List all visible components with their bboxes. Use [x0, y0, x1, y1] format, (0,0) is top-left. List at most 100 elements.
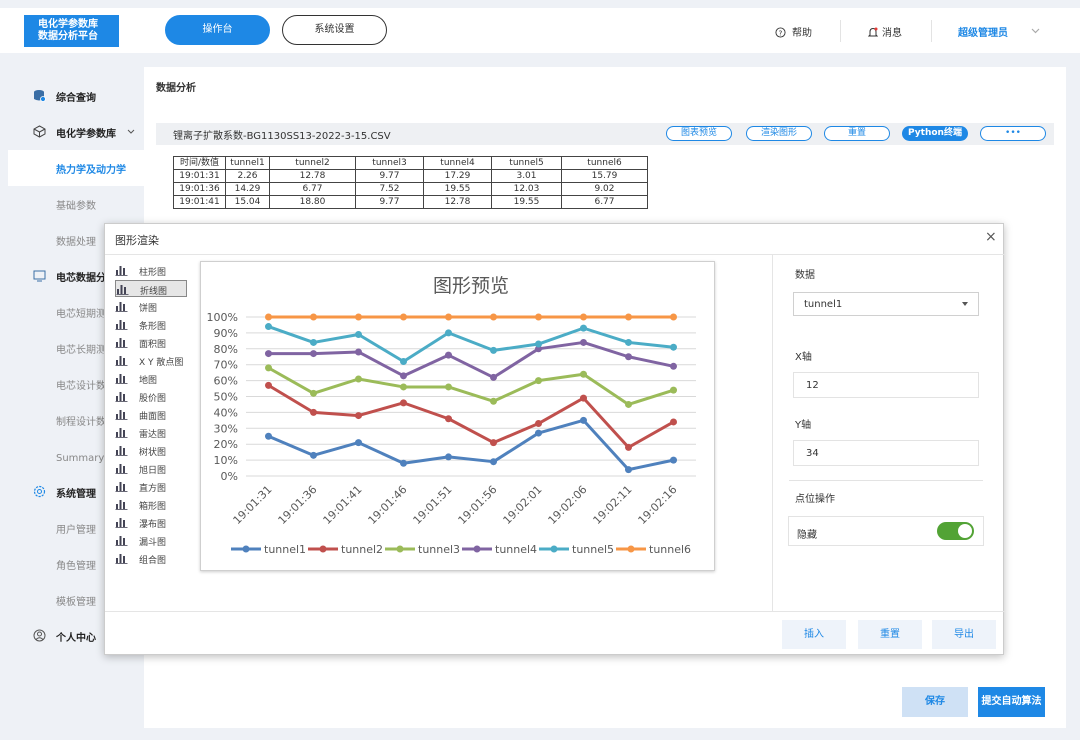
chart-type-boxplot[interactable]: 箱形图 — [115, 496, 187, 513]
line-chart: 图形预览 0% 10% 20% 30% 40% 50% 60% 70% 80% 90% 100% 19:… — [207, 275, 696, 556]
data-point — [265, 364, 272, 372]
legend-marker — [473, 545, 481, 553]
more-button[interactable]: ••• — [980, 126, 1046, 141]
table-row[interactable]: 19:01:36 14.29 6.77 7.52 19.55 12.03 9.02 — [173, 182, 648, 196]
data-point — [355, 375, 362, 383]
divider — [931, 20, 932, 42]
python-terminal-button[interactable]: Python终端 — [902, 126, 968, 141]
help-icon: ? — [775, 27, 786, 38]
chevron-down-icon[interactable] — [1031, 28, 1040, 34]
x-tick-label: 19:01:36 — [275, 483, 319, 527]
tab-console[interactable]: 操作台 — [165, 15, 270, 45]
chart-type-bar-chart[interactable]: 条形图 — [115, 316, 187, 333]
chart-type-label: 股价图 — [139, 394, 167, 404]
chart-type-radar-chart[interactable]: 雷达图 — [115, 424, 187, 441]
legend-marker — [550, 545, 558, 553]
sidebar-item-label: 电化学参数库 — [56, 129, 116, 140]
data-point — [265, 432, 272, 440]
sidebar-item-thermo[interactable]: 热力学及动力学 — [8, 150, 158, 186]
chart-type-histogram[interactable]: 直方图 — [115, 478, 187, 495]
chart-type-scatter-chart[interactable]: X Y 散点图 — [115, 352, 187, 369]
radar-chart-icon — [115, 428, 128, 438]
sidebar-item-label: 数据处理 — [56, 237, 96, 248]
close-icon[interactable]: × — [985, 230, 997, 244]
logo-line2: 数据分析平台 — [38, 31, 98, 42]
user-menu[interactable]: 超级管理员 — [958, 24, 1008, 39]
data-point — [400, 372, 407, 380]
chart-type-label: 雷达图 — [139, 430, 167, 440]
data-select[interactable]: tunnel1 — [793, 292, 979, 316]
data-point — [355, 412, 362, 420]
sidebar-item-label: 系统管理 — [56, 489, 96, 500]
data-point — [625, 353, 632, 361]
chart-type-line-chart[interactable]: 折线图 — [115, 280, 187, 297]
tab-system-settings[interactable]: 系统设置 — [282, 15, 387, 45]
chart-type-surface-chart[interactable]: 曲面图 — [115, 406, 187, 423]
page-title: 数据分析 — [156, 83, 196, 94]
x-tick-label: 19:02:01 — [500, 483, 544, 527]
data-point — [670, 386, 677, 394]
column-header: tunnel6 — [561, 156, 648, 170]
divider — [840, 20, 841, 42]
y-tick-label: 100% — [207, 311, 238, 324]
data-table: 时间/数值 tunnel1 tunnel2 tunnel3 tunnel4 tu… — [173, 156, 648, 209]
chart-type-label: 柱形图 — [139, 268, 167, 278]
data-point — [670, 418, 677, 426]
data-point — [490, 458, 497, 466]
table-row[interactable]: 19:01:31 2.26 12.78 9.77 17.29 3.01 15.79 — [173, 169, 648, 183]
save-button[interactable]: 保存 — [902, 687, 968, 717]
table-cell: 12.78 — [423, 195, 492, 209]
chart-type-sunburst[interactable]: 旭日图 — [115, 460, 187, 477]
x-tick-label: 19:01:56 — [455, 483, 499, 527]
chart-type-area-chart[interactable]: 面积图 — [115, 334, 187, 351]
help-label: 帮助 — [792, 28, 812, 39]
export-button[interactable]: 导出 — [932, 620, 996, 649]
data-point — [580, 394, 587, 402]
help-link[interactable]: ? 帮助 — [775, 24, 812, 39]
data-point — [400, 383, 407, 391]
render-chart-button[interactable]: 渲染图形 — [746, 126, 812, 141]
chart-type-treemap[interactable]: 树状图 — [115, 442, 187, 459]
x-tick-label: 19:01:51 — [410, 483, 454, 527]
hide-toggle[interactable] — [937, 522, 974, 540]
data-point — [625, 313, 632, 321]
data-point — [535, 313, 542, 321]
data-point — [490, 346, 497, 354]
chart-type-combo-chart[interactable]: 组合图 — [115, 550, 187, 567]
data-point — [445, 453, 452, 461]
reset-button[interactable]: 重置 — [824, 126, 890, 141]
chart-type-pie-chart[interactable]: 饼图 — [115, 298, 187, 315]
data-point — [580, 416, 587, 424]
chart-type-waterfall[interactable]: 瀑布图 — [115, 514, 187, 531]
chart-preview-button[interactable]: 图表预览 — [666, 126, 732, 141]
legend-label: tunnel4 — [495, 543, 537, 556]
waterfall-icon — [115, 518, 128, 528]
chart-type-map[interactable]: 地图 — [115, 370, 187, 387]
sidebar-item-query[interactable]: 综合查询 — [0, 78, 140, 114]
sidebar-item-electrochem[interactable]: 电化学参数库 — [0, 114, 140, 150]
sidebar-item-basic-params[interactable]: 基础参数 — [0, 186, 140, 222]
messages-link[interactable]: 消息 — [867, 24, 902, 39]
column-header: tunnel1 — [225, 156, 270, 170]
data-point — [400, 358, 407, 366]
submit-algorithm-button[interactable]: 提交自动算法 — [978, 687, 1045, 717]
treemap-icon — [115, 446, 128, 456]
data-point — [310, 313, 317, 321]
insert-button[interactable]: 插入 — [782, 620, 846, 649]
column-header: tunnel2 — [269, 156, 356, 170]
reset-button[interactable]: 重置 — [858, 620, 922, 649]
divider — [789, 480, 983, 481]
table-row[interactable]: 19:01:41 15.04 18.80 9.77 12.78 19.55 6.77 — [173, 195, 648, 209]
chart-type-stock-chart[interactable]: 股价图 — [115, 388, 187, 405]
data-point — [355, 439, 362, 447]
table-cell: 9.77 — [355, 195, 424, 209]
y-axis-input[interactable]: 34 — [793, 440, 979, 466]
x-axis-input[interactable]: 12 — [793, 372, 979, 398]
app-logo[interactable]: 电化学参数库 数据分析平台 — [24, 15, 119, 47]
chart-type-column-chart[interactable]: 柱形图 — [115, 262, 187, 279]
data-point — [400, 313, 407, 321]
chart-type-funnel[interactable]: 漏斗图 — [115, 532, 187, 549]
data-point — [670, 313, 677, 321]
chart-render-dialog: 图形渲染 × 柱形图 折线图 饼图 条形图 面积图 X Y 散点图 地图 股价图 曲面图 雷达图树… — [104, 223, 1005, 655]
data-point — [445, 313, 452, 321]
